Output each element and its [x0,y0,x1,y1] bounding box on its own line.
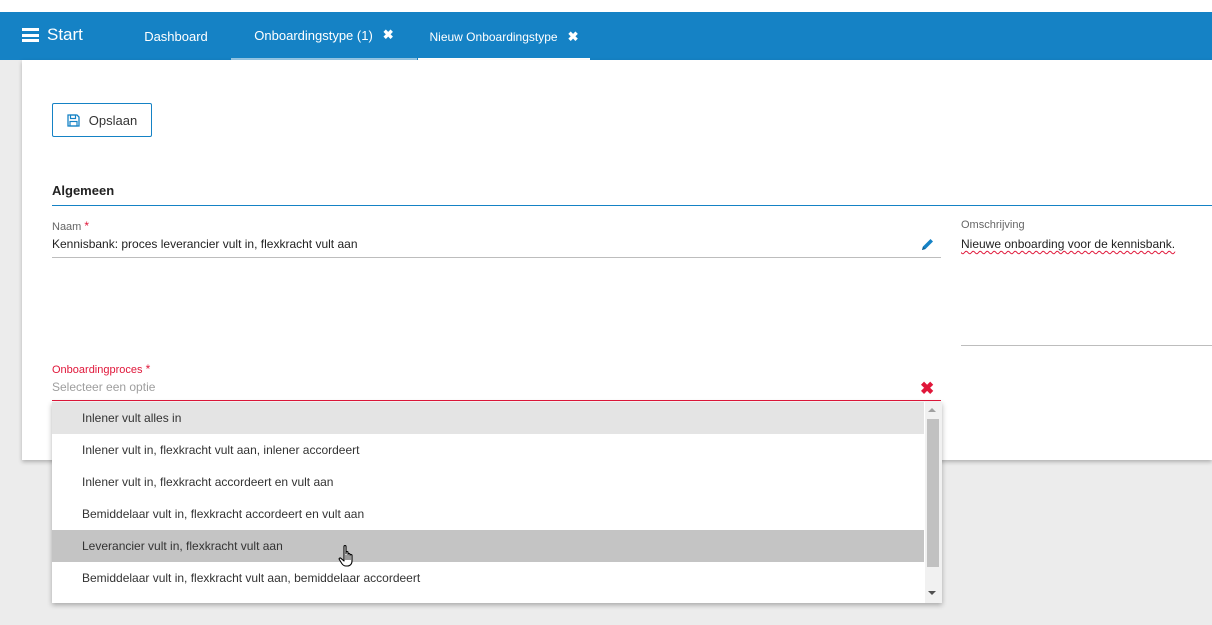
onboardingproces-underline [52,400,941,401]
dropdown-option[interactable]: Inlener vult alles in [52,402,924,434]
tab-label: Dashboard [144,28,208,44]
scroll-up-arrow-icon[interactable] [928,408,936,412]
option-label: Bemiddelaar vult in, flexkracht vult aan… [82,571,421,585]
dropdown-option[interactable]: Inlener vult in, flexkracht vult aan, in… [52,434,924,466]
save-label: Opslaan [88,112,138,128]
tab-label: Nieuw Onboardingstype [429,30,558,44]
section-divider [52,205,1212,206]
top-navigation-bar: Start Dashboard Onboardingstype (1) ✖ Ni… [0,12,1212,60]
close-tab-icon[interactable]: ✖ [383,27,394,43]
start-label: Start [47,25,83,44]
hamburger-icon [22,28,39,42]
close-tab-icon[interactable]: ✖ [568,29,579,45]
option-label: Leverancier vult in, flexkracht vult aan [82,539,283,553]
required-mark: * [84,219,90,233]
option-label: Inlener vult in, flexkracht accordeert e… [82,475,334,489]
tab-label: Onboardingstype (1) [254,27,373,43]
scrollbar-thumb[interactable] [927,419,939,567]
close-icon[interactable]: ✖ [920,380,934,397]
save-button[interactable]: Opslaan [52,103,152,137]
naam-label: Naam * [52,219,89,233]
omschrijving-textarea[interactable]: Nieuwe onboarding voor de kennisbank. [961,237,1175,251]
onboardingproces-select[interactable]: Selecteer een optie [52,380,155,394]
save-icon [67,113,80,127]
scroll-down-arrow-icon[interactable] [928,591,936,595]
section-title: Algemeen [52,183,115,198]
option-label: Bemiddelaar vult in, flexkracht accordee… [82,507,365,521]
dropdown-option[interactable]: Bemiddelaar vult in, flexkracht accordee… [52,498,924,530]
dropdown-option[interactable]: Inlener vult in, flexkracht accordeert e… [52,466,924,498]
omschrijving-underline [961,345,1212,346]
tab-dashboard[interactable]: Dashboard [130,12,222,60]
omschrijving-label: Omschrijving [961,219,1025,231]
onboardingproces-label: Onboardingproces * [52,362,150,376]
tab-onboardingstype[interactable]: Onboardingstype (1) ✖ [231,12,417,60]
hand-cursor-icon [338,544,353,567]
naam-underline [52,257,941,258]
naam-label-text: Naam [52,221,82,233]
omschrijving-text: Nieuwe onboarding voor de kennisbank. [961,237,1176,251]
naam-input[interactable]: Kennisbank: proces leverancier vult in, … [52,237,358,251]
dropdown-option[interactable]: Bemiddelaar vult in, flexkracht vult aan… [52,562,924,594]
start-menu-button[interactable]: Start [22,12,83,58]
tab-nieuw-onboardingstype[interactable]: Nieuw Onboardingstype ✖ [418,12,590,60]
option-label: Inlener vult in, flexkracht vult aan, in… [82,443,360,457]
onboardingproces-label-text: Onboardingproces [52,364,143,376]
options-dropdown: Inlener vult alles in Inlener vult in, f… [52,402,942,603]
option-label: Inlener vult alles in [82,411,182,425]
dropdown-option-hovered[interactable]: Leverancier vult in, flexkracht vult aan [52,530,924,562]
pencil-icon[interactable] [920,237,935,252]
background-left [0,60,22,460]
required-mark: * [145,362,151,376]
